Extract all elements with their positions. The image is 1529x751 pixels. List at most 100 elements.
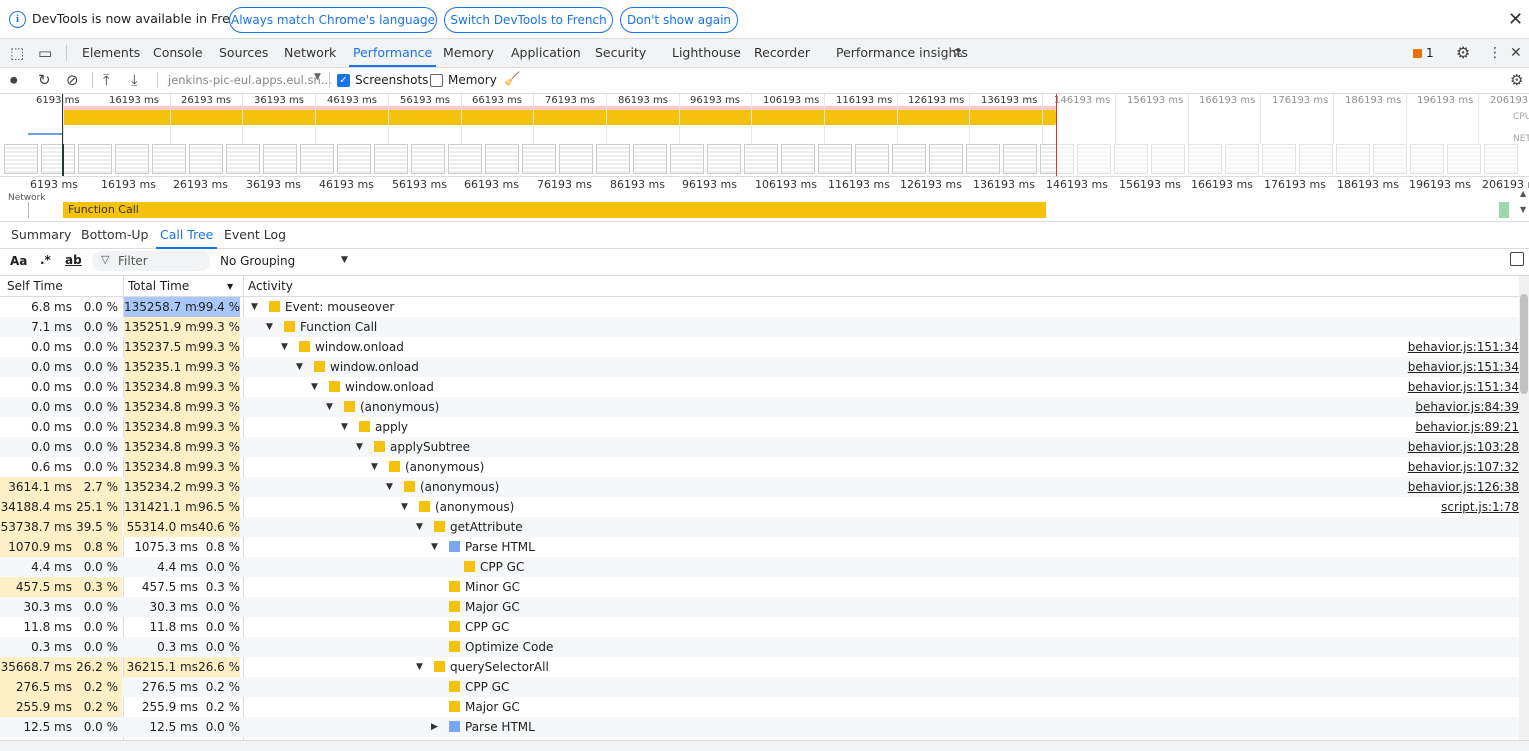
source-link[interactable]: behavior.js:107:32 [1408,457,1519,477]
source-link[interactable]: behavior.js:89:21 [1415,417,1519,437]
scrollbar-thumb[interactable] [1520,294,1528,394]
total-time-header[interactable]: Total Time [128,279,189,293]
table-row[interactable]: 7.1 ms 0.0 % 135251.9 ms 99.3 % ▼ Function Ca… [0,317,1519,337]
close-devtools-icon[interactable]: ✕ [1510,39,1522,67]
tab-call-tree[interactable]: Call Tree [155,222,218,249]
flame-chart[interactable]: Network Function Call ▲ ▼ [0,189,1529,222]
expand-arrow-icon[interactable]: ▼ [251,297,258,317]
source-link[interactable]: behavior.js:151:34 [1408,337,1519,357]
grouping-select[interactable]: No Grouping [220,254,295,268]
tab-lighthouse[interactable]: Lighthouse [672,39,741,67]
reload-icon[interactable]: ↻ [38,71,51,89]
issues-icon[interactable] [1413,49,1422,58]
expand-arrow-icon[interactable]: ▼ [416,517,423,537]
self-time-header[interactable]: Self Time [7,279,63,293]
more-options-icon[interactable]: ⋮ [1488,39,1502,67]
table-row[interactable]: 0.0 ms 0.0 % 135234.8 ms 99.3 % ▼ (anonymous)… [0,397,1519,417]
table-row[interactable]: 3614.1 ms 2.7 % 135234.2 ms 99.3 % ▼ (anonymo… [0,477,1519,497]
close-icon[interactable]: ✕ [1508,9,1523,30]
chevron-down-icon[interactable]: ▼ [341,255,348,265]
tab-performance-insights[interactable]: Performance insights [836,39,968,67]
expand-arrow-icon[interactable]: ▼ [356,437,363,457]
garbage-collect-icon[interactable]: 🧹 [504,71,520,89]
expand-arrow-icon[interactable]: ▼ [431,537,438,557]
tab-performance[interactable]: Performance [348,39,437,67]
scroll-up-icon[interactable]: ▲ [1520,189,1526,198]
tab-summary[interactable]: Summary [11,222,71,248]
tab-memory[interactable]: Memory [443,39,494,67]
match-case-button[interactable]: Aa [10,254,27,268]
table-row[interactable]: 0.0 ms 0.0 % 135234.8 ms 99.3 % ▼ window.onlo… [0,377,1519,397]
switch-to-french-button[interactable]: Switch DevTools to French [444,7,613,33]
collapsed-arrow-icon[interactable]: ▶ [431,717,438,737]
table-row[interactable]: 35668.7 ms 26.2 % 36215.1 ms 26.6 % ▼ querySe… [0,657,1519,677]
clear-icon[interactable]: ⊘ [66,71,79,89]
table-row[interactable]: 1070.9 ms 0.8 % 1075.3 ms 0.8 % ▼ Parse HTML [0,537,1519,557]
tab-console[interactable]: Console [153,39,203,67]
expand-arrow-icon[interactable]: ▼ [416,657,423,677]
save-profile-icon[interactable]: ⤓ [131,71,138,89]
activity-header[interactable]: Activity [248,279,293,293]
tab-event-log[interactable]: Event Log [224,222,286,248]
table-row[interactable]: 0.0 ms 0.0 % 135237.5 ms 99.3 % ▼ window.onlo… [0,337,1519,357]
whole-word-button[interactable]: ab [65,253,82,267]
source-link[interactable]: behavior.js:103:28 [1408,437,1519,457]
table-row[interactable]: 30.3 ms 0.0 % 30.3 ms 0.0 % Major GC [0,597,1519,617]
tab-bottom-up[interactable]: Bottom-Up [81,222,148,248]
table-row[interactable]: 34188.4 ms 25.1 % 131421.1 ms 96.5 % ▼ (anony… [0,497,1519,517]
tab-security[interactable]: Security [595,39,646,67]
tab-elements[interactable]: Elements [82,39,140,67]
issues-count[interactable]: 1 [1426,46,1434,60]
table-row[interactable]: 0.0 ms 0.0 % 135235.1 ms 99.3 % ▼ window.onlo… [0,357,1519,377]
tab-sources[interactable]: Sources [219,39,268,67]
table-row[interactable]: 4.4 ms 0.0 % 4.4 ms 0.0 % CPP GC [0,557,1519,577]
expand-arrow-icon[interactable]: ▼ [266,317,273,337]
table-row[interactable]: 0.0 ms 0.0 % 135234.8 ms 99.3 % ▼ applySubtre… [0,437,1519,457]
table-row[interactable]: 255.9 ms 0.2 % 255.9 ms 0.2 % Major GC [0,697,1519,717]
device-toolbar-icon[interactable]: ▭ [38,39,52,67]
expand-arrow-icon[interactable]: ▼ [326,397,333,417]
table-row[interactable]: 6.8 ms 0.0 % 135258.7 ms 99.4 % ▼ Event: mous… [0,297,1519,317]
inspect-element-icon[interactable]: ⬚ [10,39,24,67]
memory-checkbox[interactable] [430,74,443,87]
scroll-down-icon[interactable]: ▼ [1520,205,1526,214]
table-row[interactable]: 0.0 ms 0.0 % 135234.8 ms 99.3 % ▼ apply behavi… [0,417,1519,437]
source-link[interactable]: behavior.js:84:39 [1415,397,1519,417]
source-link[interactable]: script.js:1:78 [1441,497,1519,517]
settings-gear-icon[interactable]: ⚙ [1456,39,1470,67]
table-row[interactable]: 0.6 ms 0.0 % 135234.8 ms 99.3 % ▼ (anonymous)… [0,457,1519,477]
table-row[interactable]: 276.5 ms 0.2 % 276.5 ms 0.2 % CPP GC [0,677,1519,697]
timeline-overview[interactable]: 6193 ms 16193 ms 26193 ms 36193 ms 46193 ms 5… [0,94,1529,177]
record-icon[interactable]: ⏺ [10,71,18,89]
regex-button[interactable]: .* [40,253,51,267]
load-profile-icon[interactable]: ⤒ [103,71,110,89]
table-row[interactable]: 12.5 ms 0.0 % 12.5 ms 0.0 % ▶ Parse HTML [0,717,1519,737]
filter-input[interactable]: ▽ Filter [92,251,210,271]
expand-arrow-icon[interactable]: ▼ [371,457,378,477]
capture-settings-gear-icon[interactable]: ⚙ [1510,71,1523,89]
expand-arrow-icon[interactable]: ▼ [311,377,318,397]
tab-recorder[interactable]: Recorder [754,39,810,67]
table-row[interactable]: 0.3 ms 0.0 % 0.3 ms 0.0 % Optimize Code [0,637,1519,657]
source-link[interactable]: behavior.js:126:38 [1408,477,1519,497]
chevron-down-icon[interactable]: ▼ [314,72,321,82]
expand-arrow-icon[interactable]: ▼ [296,357,303,377]
tab-application[interactable]: Application [511,39,581,67]
table-row[interactable]: 53738.7 ms 39.5 % 55314.0 ms 40.6 % ▼ getAttr… [0,517,1519,537]
recording-select[interactable]: jenkins-pic-eul.apps.eul.sn... [168,73,332,87]
source-link[interactable]: behavior.js:151:34 [1408,377,1519,397]
expand-arrow-icon[interactable]: ▼ [281,337,288,357]
dont-show-again-button[interactable]: Don't show again [620,7,738,33]
expand-arrow-icon[interactable]: ▼ [386,477,393,497]
screenshots-checkbox[interactable]: ✓ [337,74,350,87]
table-row[interactable]: 457.5 ms 0.3 % 457.5 ms 0.3 % Minor GC [0,577,1519,597]
toggle-sidebar-icon[interactable] [1510,252,1524,266]
tab-network[interactable]: Network [284,39,336,67]
always-match-language-button[interactable]: Always match Chrome's language [229,7,437,33]
source-link[interactable]: behavior.js:151:34 [1408,357,1519,377]
expand-arrow-icon[interactable]: ▼ [341,417,348,437]
call-tree-rows[interactable]: 6.8 ms 0.0 % 135258.7 ms 99.4 % ▼ Event: mous… [0,297,1519,740]
function-call-block[interactable]: Function Call [63,202,1046,218]
expand-arrow-icon[interactable]: ▼ [401,497,408,517]
table-row[interactable]: 11.8 ms 0.0 % 11.8 ms 0.0 % CPP GC [0,617,1519,637]
